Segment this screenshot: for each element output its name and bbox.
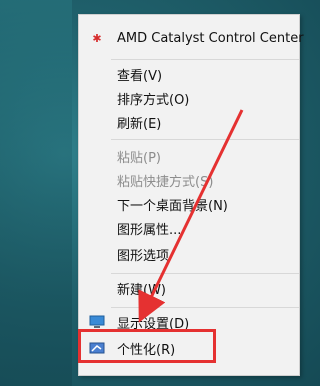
annotation-arrow xyxy=(138,109,244,323)
